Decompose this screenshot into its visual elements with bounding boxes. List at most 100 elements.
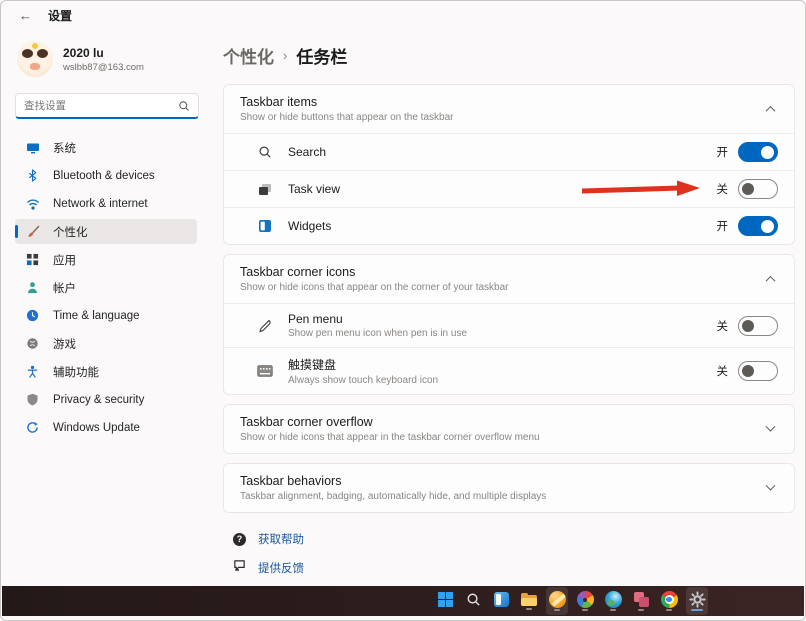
sidebar-item-privacy[interactable]: Privacy & security [15, 387, 197, 412]
feedback-link[interactable]: 提供反馈 [233, 559, 799, 577]
sidebar-item-label: 应用 [53, 252, 76, 268]
search-icon [178, 100, 190, 112]
row-widgets: Widgets 开 [224, 207, 794, 244]
app-pink-button[interactable] [630, 587, 652, 615]
card-title: Taskbar corner icons [240, 265, 767, 279]
accessibility-icon [25, 364, 40, 379]
back-button[interactable]: ← [19, 8, 32, 23]
widgets-icon [256, 218, 274, 234]
sidebar-item-label: Privacy & security [53, 394, 144, 406]
sidebar-item-label: 帐户 [53, 280, 76, 296]
widgets-toggle[interactable] [738, 216, 778, 236]
sidebar-item-system[interactable]: 系统 [15, 135, 197, 160]
task-view-icon [256, 181, 274, 197]
footer-links: ? 获取帮助 提供反馈 [233, 531, 799, 577]
chevron-up-icon[interactable] [766, 275, 776, 285]
row-description: Show pen menu icon when pen is in use [288, 328, 703, 339]
link-label: 提供反馈 [258, 560, 304, 576]
search-input[interactable] [24, 100, 178, 112]
file-explorer-button[interactable] [518, 587, 540, 615]
toggle-state-label: 开 [717, 218, 729, 234]
help-icon: ? [233, 533, 246, 546]
card-corner-overflow-header[interactable]: Taskbar corner overflow Show or hide ico… [224, 405, 794, 453]
card-corner-icons: Taskbar corner icons Show or hide icons … [223, 254, 795, 395]
card-subtitle: Show or hide icons that appear in the ta… [240, 432, 767, 443]
user-name: 2020 lu [63, 46, 144, 60]
chevron-down-icon[interactable] [766, 421, 776, 431]
sidebar-nav: 系统 Bluetooth & devices Network & interne… [15, 135, 203, 440]
user-profile[interactable]: 2020 lu wslbb87@163.com [17, 41, 203, 77]
settings-button[interactable] [686, 587, 708, 615]
row-label: Pen menu [288, 312, 703, 326]
search-toggle[interactable] [738, 142, 778, 162]
app-orange-button[interactable] [546, 587, 568, 615]
sidebar-item-bluetooth[interactable]: Bluetooth & devices [15, 163, 197, 188]
card-corner-icons-header[interactable]: Taskbar corner icons Show or hide icons … [224, 255, 794, 303]
sidebar-item-label: Time & language [53, 310, 140, 322]
pink-app-icon [633, 591, 650, 608]
sidebar-item-label: Bluetooth & devices [53, 170, 155, 182]
chevron-up-icon[interactable] [766, 105, 776, 115]
sidebar-item-gaming[interactable]: 游戏 [15, 331, 197, 356]
update-icon [25, 420, 40, 435]
link-label: 获取帮助 [258, 531, 304, 547]
app-title: 设置 [48, 7, 72, 24]
start-button[interactable] [434, 587, 456, 615]
sidebar-item-label: Network & internet [53, 198, 148, 210]
toggle-state-label: 关 [717, 318, 729, 334]
row-label: Search [288, 145, 703, 159]
settings-window: { "window": { "back_icon": "←", "app_tit… [0, 0, 806, 621]
person-icon [25, 280, 40, 295]
taskbar-search-button[interactable] [462, 587, 484, 615]
teal-app-icon [605, 591, 622, 608]
keyboard-icon [256, 363, 274, 379]
row-task-view: Task view 关 [224, 170, 794, 207]
settings-search-box[interactable] [15, 93, 199, 119]
sidebar-item-label: 系统 [53, 140, 76, 156]
taskbar-widgets-button[interactable] [490, 587, 512, 615]
chevron-down-icon[interactable] [766, 480, 776, 490]
sidebar-item-windows-update[interactable]: Windows Update [15, 415, 197, 440]
row-pen-menu: Pen menu Show pen menu icon when pen is … [224, 303, 794, 347]
sidebar-item-accessibility[interactable]: 辅助功能 [15, 359, 197, 384]
task-view-toggle[interactable] [738, 179, 778, 199]
toggle-state-label: 关 [717, 181, 729, 197]
sidebar-item-apps[interactable]: 应用 [15, 247, 197, 272]
pen-menu-toggle[interactable] [738, 316, 778, 336]
widgets-icon [494, 592, 509, 607]
chrome-button[interactable] [658, 587, 680, 615]
card-title: Taskbar corner overflow [240, 415, 767, 429]
toggle-state-label: 开 [717, 144, 729, 160]
touch-keyboard-toggle[interactable] [738, 361, 778, 381]
red-arrow-annotation [580, 178, 702, 200]
app-colorwheel-button[interactable] [574, 587, 596, 615]
card-title: Taskbar items [240, 95, 767, 109]
gamepad-icon [25, 336, 40, 351]
get-help-link[interactable]: ? 获取帮助 [233, 531, 799, 547]
card-taskbar-items-header[interactable]: Taskbar items Show or hide buttons that … [224, 85, 794, 133]
avatar [17, 41, 53, 77]
search-icon [256, 144, 274, 160]
folder-icon [521, 593, 538, 607]
card-taskbar-behaviors: Taskbar behaviors Taskbar alignment, bad… [223, 463, 795, 513]
card-taskbar-behaviors-header[interactable]: Taskbar behaviors Taskbar alignment, bad… [224, 464, 794, 512]
gear-icon [689, 591, 706, 608]
apps-icon [25, 252, 40, 267]
title-bar: ← 设置 [1, 1, 805, 29]
app-teal-button[interactable] [602, 587, 624, 615]
sidebar-item-label: 个性化 [53, 224, 88, 240]
bluetooth-icon [25, 168, 40, 183]
user-email: wslbb87@163.com [63, 62, 144, 73]
windows-logo-icon [438, 592, 453, 607]
row-label: Widgets [288, 219, 703, 233]
orange-app-icon [549, 591, 566, 608]
card-corner-overflow: Taskbar corner overflow Show or hide ico… [223, 404, 795, 454]
breadcrumb-parent[interactable]: 个性化 [223, 43, 274, 68]
sidebar-item-personalization[interactable]: 个性化 [15, 219, 197, 244]
sidebar-item-time-language[interactable]: Time & language [15, 303, 197, 328]
row-search: Search 开 [224, 133, 794, 170]
row-description: Always show touch keyboard icon [288, 375, 703, 386]
sidebar-item-network[interactable]: Network & internet [15, 191, 197, 216]
sidebar-item-accounts[interactable]: 帐户 [15, 275, 197, 300]
toggle-state-label: 关 [717, 363, 729, 379]
